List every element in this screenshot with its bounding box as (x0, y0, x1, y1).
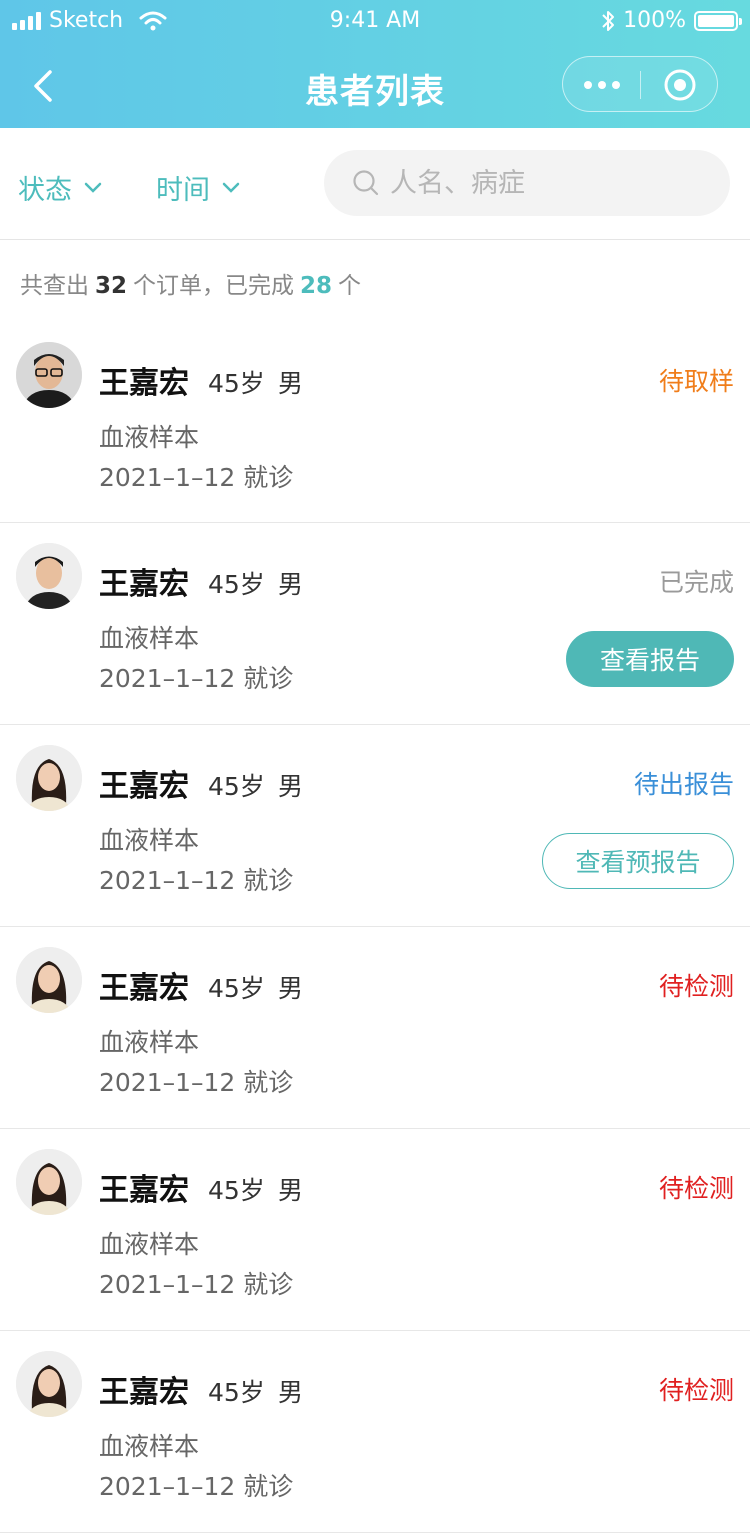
patient-gender: 男 (278, 974, 304, 1003)
patient-age: 45岁 (208, 772, 265, 801)
summary-prefix: 共查出 (20, 273, 89, 299)
time-filter-label: 时间 (156, 175, 210, 206)
status-filter[interactable]: 状态 (18, 168, 102, 207)
patient-card[interactable]: 王嘉宏 45岁男血液样本 2021–1–12 就诊 已完成查看报告 (0, 523, 750, 725)
status-badge: 待检测 (658, 1174, 734, 1203)
patient-name: 王嘉宏 (99, 1375, 189, 1410)
patient-age: 45岁 (208, 1378, 265, 1407)
patient-gender: 男 (278, 1378, 304, 1407)
battery-percent: 100% (623, 8, 686, 33)
patient-card[interactable]: 王嘉宏 45岁男血液样本 2021–1–12 就诊 待出报告查看预报告 (0, 725, 750, 927)
visit-date: 2021–1–12 就诊 (99, 1270, 294, 1299)
patient-name: 王嘉宏 (99, 1173, 189, 1208)
avatar (16, 1149, 82, 1215)
visit-date: 2021–1–12 就诊 (99, 664, 294, 693)
patient-name: 王嘉宏 (99, 971, 189, 1006)
search-box[interactable] (324, 150, 730, 216)
avatar (16, 745, 82, 811)
status-badge: 待取样 (658, 367, 734, 396)
sample-type: 血液样本 (99, 423, 200, 452)
patient-age: 45岁 (208, 369, 265, 398)
bluetooth-icon (602, 10, 615, 31)
visit-date: 2021–1–12 就诊 (99, 1472, 294, 1501)
view-preliminary-report-button[interactable]: 查看预报告 (542, 833, 734, 889)
status-badge: 待出报告 (633, 770, 734, 799)
nav-bar: 患者列表 (0, 44, 750, 128)
target-icon (664, 69, 696, 101)
miniprogram-capsule (562, 56, 718, 112)
patient-gender: 男 (278, 1176, 304, 1205)
patient-age: 45岁 (208, 974, 265, 1003)
visit-date: 2021–1–12 就诊 (99, 866, 294, 895)
summary-suffix: 个 (338, 273, 362, 299)
avatar (16, 947, 82, 1013)
patient-card[interactable]: 王嘉宏 45岁男血液样本 2021–1–12 就诊 待取样 (0, 322, 750, 523)
patient-card[interactable]: 王嘉宏 45岁男血液样本 2021–1–12 就诊 待检测 (0, 1129, 750, 1331)
visit-date: 2021–1–12 就诊 (99, 1068, 294, 1097)
patient-gender: 男 (278, 570, 304, 599)
sample-type: 血液样本 (99, 1432, 200, 1461)
total-count: 32 (95, 273, 128, 299)
more-button[interactable] (563, 57, 641, 113)
patient-card[interactable]: 王嘉宏 45岁男血液样本 2021–1–12 就诊 待检测 (0, 927, 750, 1129)
sample-type: 血液样本 (99, 1028, 200, 1057)
patient-name: 王嘉宏 (99, 567, 189, 602)
visit-date: 2021–1–12 就诊 (99, 463, 294, 492)
search-input[interactable] (390, 167, 710, 199)
sample-type: 血液样本 (99, 826, 200, 855)
status-badge: 待检测 (658, 972, 734, 1001)
sample-type: 血液样本 (99, 624, 200, 653)
battery-icon (694, 10, 742, 31)
completed-count: 28 (300, 273, 333, 299)
chevron-down-icon (84, 182, 102, 193)
summary-middle: 个订单，已完成 (133, 273, 295, 299)
sample-type: 血液样本 (99, 1230, 200, 1259)
result-summary: 共查出 32 个订单，已完成 28 个 (20, 266, 361, 300)
status-filter-label: 状态 (18, 175, 72, 206)
time-filter[interactable]: 时间 (156, 168, 240, 207)
filter-bar: 状态 时间 (0, 128, 750, 240)
status-badge: 待检测 (658, 1376, 734, 1405)
patient-age: 45岁 (208, 1176, 265, 1205)
app-header: Sketch 9:41 AM 100% 患者列表 (0, 0, 750, 128)
close-button[interactable] (641, 57, 719, 113)
patient-gender: 男 (278, 772, 304, 801)
patient-gender: 男 (278, 369, 304, 398)
chevron-down-icon (222, 182, 240, 193)
search-icon (353, 170, 379, 196)
avatar (16, 342, 82, 408)
avatar (16, 543, 82, 609)
patient-age: 45岁 (208, 570, 265, 599)
status-right: 100% (601, 8, 742, 33)
status-bar: Sketch 9:41 AM 100% (0, 0, 750, 44)
patient-name: 王嘉宏 (99, 769, 189, 804)
view-report-button[interactable]: 查看报告 (566, 631, 734, 687)
patient-name: 王嘉宏 (99, 366, 189, 401)
patient-card[interactable]: 王嘉宏 45岁男血液样本 2021–1–12 就诊 待检测 (0, 1331, 750, 1533)
patient-list: 王嘉宏 45岁男血液样本 2021–1–12 就诊 待取样 王嘉宏 45岁男血液样本 202… (0, 322, 750, 1533)
avatar (16, 1351, 82, 1417)
status-badge: 已完成 (658, 568, 734, 597)
